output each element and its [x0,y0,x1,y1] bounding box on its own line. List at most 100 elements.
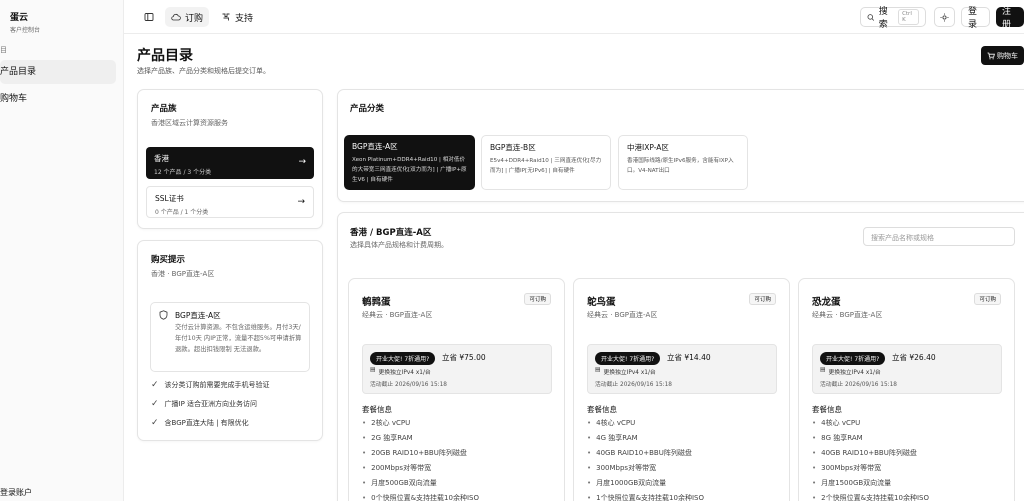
tips-title: 购买提示 [151,255,186,265]
page-subtitle: 选择产品族、产品分类和规格后提交订单。 [137,67,270,75]
promo-line: ▤ 更换独立IPv4 x1/台 [820,367,881,376]
arrow-right-icon: → [298,157,306,167]
logo[interactable]: 蛋云 客户控制台 [10,10,40,34]
family-item-ssl[interactable]: SSL证书 0 个产品 / 1 个分类 → [146,186,314,218]
search-icon [867,13,875,21]
cloud-icon [171,13,181,21]
check-text: 含BGP直连大陆 | 有限优化 [164,419,249,427]
product-subtitle: 经典云 · BGP直连-A区 [812,311,883,319]
category-ixp-a[interactable]: 中港IXP-A区 香港国际线路/原生IPv6服务，含能有IXP入口。V4-NAT… [618,135,748,190]
spec-item: 300Mbps对等带宽 [812,461,929,476]
check-text: 广播IP 适合亚洲方向业务访问 [164,400,258,408]
spec-item: 2个快照位置&支持挂载10余种ISO [812,491,929,501]
promo-deadline: 活动截止 2026/09/16 15:18 [820,382,897,388]
product-name: 恐龙蛋 [812,297,841,308]
spec-item: 4核心 vCPU [812,416,929,431]
spec-item: 8G 独享RAM [812,431,929,446]
category-desc: E5v4+DDR4+Raid10 | 三网直连优化[尽力而为] | 广播IP[无… [490,158,602,174]
spec-item: 1个快照位置&支持挂载10余种ISO [587,491,704,501]
spec-item: 0个快照位置&支持挂载10余种ISO [362,491,479,501]
promo-box: 开业大促! 7折通用? 立省 ¥26.40 ▤ 更换独立IPv4 x1/台 活动截… [812,344,1002,394]
promo-deadline: 活动截止 2026/09/16 15:18 [595,382,672,388]
sidebar-toggle-icon [144,13,154,21]
spec-item: 200Mbps对等带宽 [362,461,479,476]
arrow-right-icon: → [297,197,305,207]
cart-button-label: 购物车 [997,51,1018,60]
shield-icon [159,310,168,320]
status-badge: 可订购 [974,293,1001,305]
category-name: BGP直连-B区 [490,143,536,152]
logo-title: 蛋云 [10,13,29,23]
spec-item: 40GB RAID10+BBU阵列磁盘 [587,446,704,461]
family-subtitle: 香港区域云计算资源服务 [151,119,228,127]
sidebar-item-catalog[interactable]: 产品目录 [0,60,116,84]
category-bgp-b[interactable]: BGP直连-B区 E5v4+DDR4+Raid10 | 三网直连优化[尽力而为]… [481,135,611,190]
family-item-hongkong[interactable]: 香港 12 个产品 / 3 个分类 → [146,147,314,179]
spec-title: 套餐信息 [812,405,842,414]
family-item-name: 香港 [154,154,169,163]
support-icon [222,13,230,21]
login-label: 登录 [968,7,978,30]
sidebar-item-cart[interactable]: 购物车 [0,87,116,111]
product-card[interactable]: 鹌鹑蛋 可订购 经典云 · BGP直连-A区 开业大促! 7折通用? 立省 ¥7… [348,278,565,501]
spec-title: 套餐信息 [362,405,392,414]
tips-box-desc: 交付云计算资源。不包含运维服务。月付3天/年付10天 内IP正常，流量不超5%可… [175,324,302,353]
ip-icon: ▤ [820,367,826,373]
promo-price: 立省 ¥75.00 [442,353,486,362]
tab-order-label: 订购 [185,13,204,24]
promo-pill[interactable]: 开业大促! 7折通用? [820,352,886,365]
tips-subtitle: 香港 · BGP直连-A区 [151,270,215,278]
page-title: 产品目录 [137,48,193,64]
logo-subtitle: 客户控制台 [10,27,41,34]
check-item: ✓ 广播IP 适合亚洲方向业务访问 [151,399,257,409]
spec-list: 2核心 vCPU 2G 独享RAM 20GB RAID10+BBU阵列磁盘 20… [362,416,479,501]
product-card[interactable]: 鸵鸟蛋 可订购 经典云 · BGP直连-A区 开业大促! 7折通用? 立省 ¥1… [573,278,790,501]
spec-item: 月度1000GB双向流量 [587,476,704,491]
spec-list: 4核心 vCPU 4G 独享RAM 40GB RAID10+BBU阵列磁盘 30… [587,416,704,501]
status-badge: 可订购 [749,293,776,305]
sidebar: 蛋云 客户控制台 目 产品目录 购物车 登录账户 [0,0,124,501]
search-shortcut: Ctrl K [898,9,919,25]
sidebar-item-label: 产品目录 [0,67,37,77]
tab-order[interactable]: 订购 [165,7,210,27]
spec-item: 月度1500GB双向流量 [812,476,929,491]
register-button[interactable]: 注册 [996,7,1024,30]
check-item: ✓ 该分类订购前需要完成手机号验证 [151,380,270,390]
spec-item: 4G 独享RAM [587,431,704,446]
tab-support[interactable]: 支持 [215,7,259,27]
cart-button[interactable]: 购物车 [981,46,1024,65]
spec-title: 套餐信息 [587,405,617,414]
categories-card: 产品分类 BGP直连-A区 Xeon Platinum+DDR4+Raid10 … [337,89,1024,202]
category-desc: 香港国际线路/原生IPv6服务，含能有IXP入口。V4-NAT出口 [627,158,734,174]
promo-line-text: 更换独立IPv4 x1/台 [378,370,431,376]
promo-pill[interactable]: 开业大促! 7折通用? [595,352,661,365]
family-title: 产品族 [151,104,177,114]
ip-icon: ▤ [370,367,376,373]
spec-item: 20GB RAID10+BBU阵列磁盘 [362,446,479,461]
promo-price: 立省 ¥14.40 [667,353,711,362]
promo-line-text: 更换独立IPv4 x1/台 [828,370,881,376]
spec-item: 300Mbps对等带宽 [587,461,704,476]
search-label: 搜索 [878,7,888,30]
tab-support-label: 支持 [235,13,254,24]
promo-line: ▤ 更换独立IPv4 x1/台 [595,367,656,376]
theme-toggle-button[interactable] [934,7,955,27]
category-bgp-a[interactable]: BGP直连-A区 Xeon Platinum+DDR4+Raid10 | 相对低… [344,135,475,190]
login-button[interactable]: 登录 [961,7,990,30]
status-badge: 可订购 [524,293,551,305]
category-name: BGP直连-A区 [352,142,398,151]
sidebar-toggle-button[interactable] [138,7,160,27]
product-card[interactable]: 恐龙蛋 可订购 经典云 · BGP直连-A区 开业大促! 7折通用? 立省 ¥2… [798,278,1015,501]
search-button[interactable]: 搜索 Ctrl K [860,7,926,30]
check-icon: ✓ [151,399,159,409]
topbar: 订购 支持 搜索 Ctrl K 登录 注册 [124,0,1024,34]
product-section-subtitle: 选择具体产品规格和计费周期。 [350,241,448,249]
check-item: ✓ 含BGP直连大陆 | 有限优化 [151,418,249,428]
product-family-card: 产品族 香港区域云计算资源服务 香港 12 个产品 / 3 个分类 → SSL证… [137,89,323,229]
family-item-name: SSL证书 [155,194,184,203]
product-subtitle: 经典云 · BGP直连-A区 [362,311,433,319]
spec-item: 40GB RAID10+BBU阵列磁盘 [812,446,929,461]
sidebar-login-account[interactable]: 登录账户 [0,487,32,498]
promo-pill[interactable]: 开业大促! 7折通用? [370,352,436,365]
product-search-input[interactable]: 搜索产品名称或规格 [863,227,1015,246]
